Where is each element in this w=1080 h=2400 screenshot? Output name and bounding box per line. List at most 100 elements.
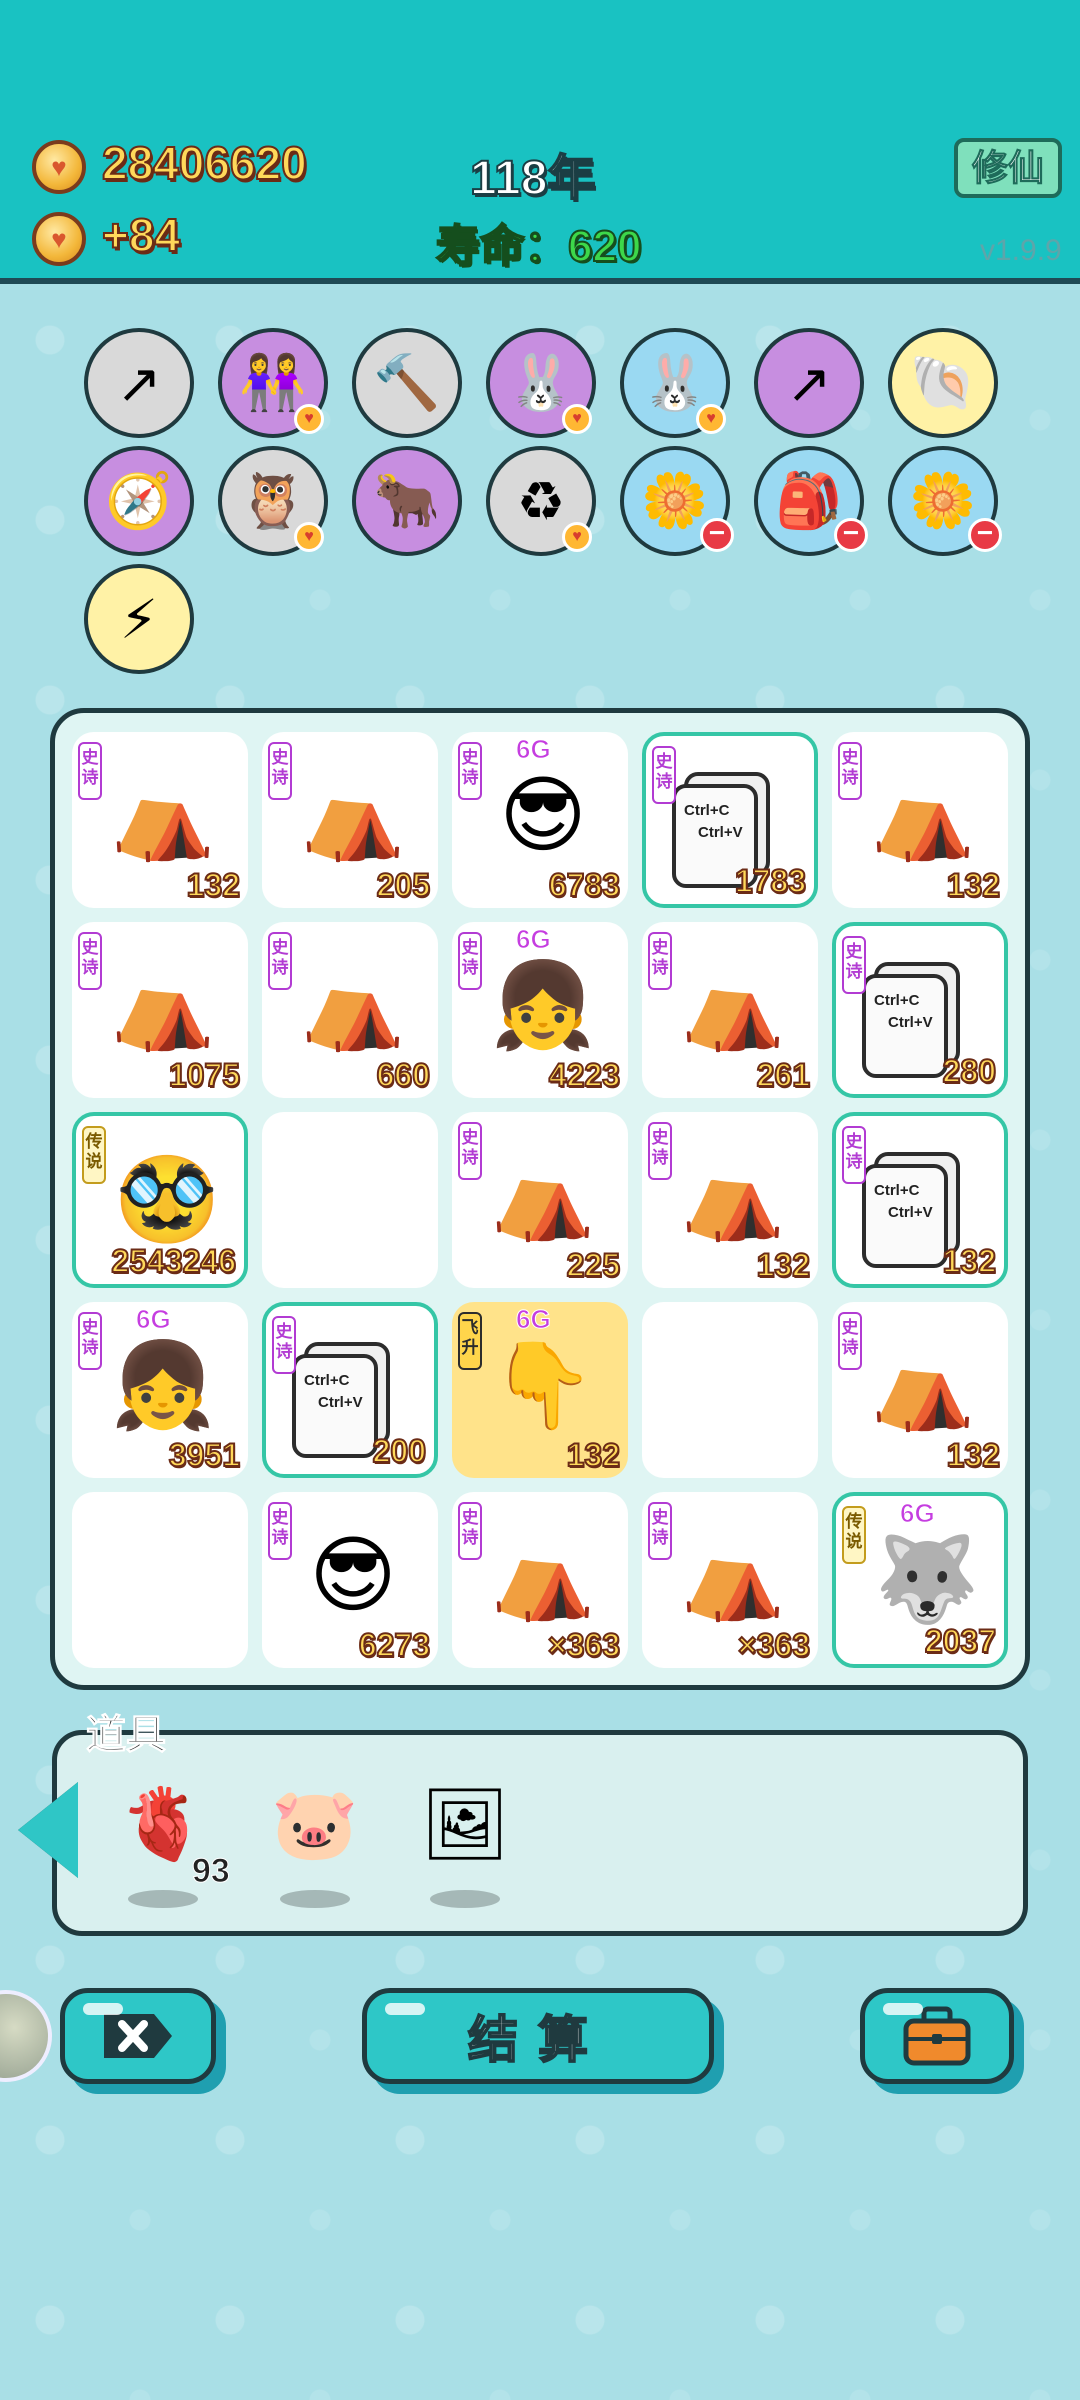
remove-badge-icon: − bbox=[968, 518, 1002, 552]
piggy-bank-icon[interactable]: 🐷 bbox=[260, 1770, 370, 1880]
tent-icon: ⛺ bbox=[680, 1527, 786, 1622]
lifespan-counter: 寿命：620 bbox=[435, 221, 642, 272]
rarity-tag: 史诗 bbox=[458, 1502, 482, 1560]
heart-badge-icon: ♥ bbox=[562, 522, 592, 552]
compass-icon-glyph: 🧭 bbox=[105, 470, 173, 531]
rabbit-icon[interactable]: 🐰 ♥ bbox=[620, 328, 730, 438]
version-label: v1.9.9 bbox=[980, 234, 1062, 267]
board-cell-ctrl[interactable]: Ctrl+C Ctrl+V 史诗 132 bbox=[832, 1112, 1008, 1288]
board-cell-tent[interactable]: ⛺ 史诗 132 bbox=[72, 732, 248, 908]
props-prev-arrow-icon[interactable] bbox=[18, 1782, 78, 1878]
props-title: 道具 bbox=[86, 1713, 167, 1758]
button-highlight bbox=[883, 2003, 923, 2015]
rarity-tag: 史诗 bbox=[838, 1312, 862, 1370]
board-cell-tent[interactable]: ⛺ 史诗 ×363 bbox=[642, 1492, 818, 1668]
cell-value: 2543246 bbox=[110, 1242, 237, 1280]
owl-icon[interactable]: 🦉 ♥ bbox=[218, 446, 328, 556]
board-cell-old-man[interactable]: 🥸 传说 2543246 bbox=[72, 1112, 248, 1288]
twins-icon-glyph: 👭 bbox=[239, 352, 307, 413]
board-cell-ctrl[interactable]: Ctrl+C Ctrl+V 史诗 1783 bbox=[642, 732, 818, 908]
board-cell-girl[interactable]: 👧 史诗 6G 3951 bbox=[72, 1302, 248, 1478]
board-cell-finger[interactable]: 👇 飞升 6G 132 bbox=[452, 1302, 628, 1478]
generation-badge: 6G bbox=[516, 924, 552, 955]
shell-icon[interactable]: 🐚 bbox=[888, 328, 998, 438]
rabbit-icon-glyph: 🐰 bbox=[641, 352, 709, 413]
rarity-tag: 史诗 bbox=[652, 746, 676, 804]
rarity-tag: 史诗 bbox=[268, 932, 292, 990]
cell-value: 200 bbox=[372, 1432, 427, 1470]
board-cell-green-man[interactable]: 😎 史诗 6273 bbox=[262, 1492, 438, 1668]
flower-pot-icon[interactable]: 🌼 − bbox=[620, 446, 734, 556]
prop-shadow bbox=[430, 1890, 500, 1908]
empty-cell[interactable] bbox=[72, 1492, 248, 1668]
tent-icon: ⛺ bbox=[870, 767, 976, 862]
empty-cell[interactable] bbox=[262, 1112, 438, 1288]
board-cell-green-man[interactable]: 😎 史诗 6G 6783 bbox=[452, 732, 628, 908]
prop-shadow bbox=[128, 1890, 198, 1908]
rarity-tag: 史诗 bbox=[458, 1122, 482, 1180]
settle-button[interactable]: 结算 bbox=[362, 1988, 714, 2084]
year-counter: 118年 bbox=[469, 151, 596, 206]
bag-icon-glyph: 🎒 bbox=[775, 470, 843, 531]
board-cell-tent[interactable]: ⛺ 史诗 205 bbox=[262, 732, 438, 908]
avatar[interactable] bbox=[0, 1990, 52, 2082]
board-cell-tent[interactable]: ⛺ 史诗 1075 bbox=[72, 922, 248, 1098]
cell-value: 6783 bbox=[548, 866, 621, 904]
button-highlight bbox=[385, 2003, 425, 2015]
bag-icon[interactable]: 🎒 − bbox=[754, 446, 868, 556]
inventory-button[interactable] bbox=[860, 1988, 1014, 2084]
board-cell-tent[interactable]: ⛺ 史诗 660 bbox=[262, 922, 438, 1098]
remove-badge-icon: − bbox=[834, 518, 868, 552]
hammer-icon[interactable]: 🔨 bbox=[352, 328, 462, 438]
coin-income-icon: ♥ bbox=[32, 212, 86, 266]
copy-card-icon: Ctrl+C Ctrl+V bbox=[862, 974, 948, 1078]
cultivate-button[interactable]: 修仙 bbox=[954, 138, 1062, 198]
board-cell-husky[interactable]: 🐺 传说 6G 2037 bbox=[832, 1492, 1008, 1668]
copy-card-text: Ctrl+C bbox=[684, 802, 730, 819]
twins-icon[interactable]: 👭 ♥ bbox=[218, 328, 328, 438]
arrow-card-icon[interactable]: ↗ bbox=[84, 328, 194, 438]
board-cell-ctrl[interactable]: Ctrl+C Ctrl+V 史诗 280 bbox=[832, 922, 1008, 1098]
cell-value: ×363 bbox=[737, 1626, 811, 1664]
rabbit-icon[interactable]: 🐰 ♥ bbox=[486, 328, 596, 438]
coin-total: 28406620 bbox=[101, 136, 308, 190]
copy-card-text: Ctrl+V bbox=[888, 1014, 933, 1031]
rarity-tag: 史诗 bbox=[78, 742, 102, 800]
ox-card-icon[interactable]: 🐂 bbox=[352, 446, 462, 556]
empty-cell[interactable] bbox=[642, 1302, 818, 1478]
board-cell-tent[interactable]: ⛺ 史诗 132 bbox=[832, 732, 1008, 908]
cell-value: 1783 bbox=[734, 862, 807, 900]
rabbit-icon-glyph: 🐰 bbox=[507, 352, 575, 413]
husky-icon: 🐺 bbox=[874, 1531, 980, 1626]
rarity-tag: 传说 bbox=[842, 1506, 866, 1564]
close-button[interactable] bbox=[60, 1988, 216, 2084]
board-cell-ctrl[interactable]: Ctrl+C Ctrl+V 史诗 200 bbox=[262, 1302, 438, 1478]
flower-pot-icon[interactable]: 🌼 − bbox=[888, 446, 1002, 556]
board-cell-girl[interactable]: 👧 史诗 6G 4223 bbox=[452, 922, 628, 1098]
ox-card-icon-glyph: 🐂 bbox=[373, 470, 441, 531]
board-cell-tent[interactable]: ⛺ 史诗 ×363 bbox=[452, 1492, 628, 1668]
board-cell-tent[interactable]: ⛺ 史诗 132 bbox=[642, 1112, 818, 1288]
lightning-icon[interactable]: ⚡ bbox=[84, 564, 194, 674]
cell-value: 4223 bbox=[548, 1056, 621, 1094]
rarity-tag: 史诗 bbox=[458, 742, 482, 800]
board-cell-tent[interactable]: ⛺ 史诗 225 bbox=[452, 1112, 628, 1288]
close-icon bbox=[104, 2014, 172, 2058]
board-cell-tent[interactable]: ⛺ 史诗 132 bbox=[832, 1302, 1008, 1478]
green-man-icon: 😎 bbox=[499, 768, 587, 862]
cell-value: 132 bbox=[946, 866, 1001, 904]
copy-card-text: Ctrl+C bbox=[874, 1182, 920, 1199]
recycle-icon[interactable]: ♻ ♥ bbox=[486, 446, 596, 556]
cell-value: 132 bbox=[942, 1242, 997, 1280]
arrow-card-icon-glyph: ↗ bbox=[786, 353, 832, 414]
tent-icon: ⛺ bbox=[870, 1337, 976, 1432]
arrow-card-icon[interactable]: ↗ bbox=[754, 328, 864, 438]
prop-count: 93 bbox=[192, 1852, 231, 1891]
cell-value: 132 bbox=[946, 1436, 1001, 1474]
board-cell-tent[interactable]: ⛺ 史诗 261 bbox=[642, 922, 818, 1098]
flower-pot-icon-glyph: 🌼 bbox=[641, 470, 709, 531]
cell-value: 261 bbox=[756, 1056, 811, 1094]
compass-icon[interactable]: 🧭 bbox=[84, 446, 194, 556]
frame-icon[interactable]: 🖼 bbox=[410, 1770, 520, 1880]
rarity-tag: 史诗 bbox=[268, 1502, 292, 1560]
